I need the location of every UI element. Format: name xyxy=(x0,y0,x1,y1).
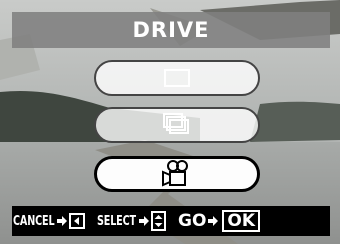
select-label: SELECT xyxy=(97,213,136,229)
movie-camera-icon xyxy=(162,160,188,187)
option-movie[interactable] xyxy=(94,156,260,192)
go-hint: GO OK xyxy=(178,210,261,232)
up-down-button-icon xyxy=(151,211,166,231)
arrow-icon xyxy=(57,216,67,226)
option-sequential[interactable] xyxy=(94,107,260,143)
go-label: GO xyxy=(178,211,207,231)
single-frame-icon xyxy=(164,69,190,87)
camera-menu-screen: DRIVE CANCEL SELECT GO OK xyxy=(0,0,340,244)
arrow-icon xyxy=(208,216,219,226)
sequential-frames-icon xyxy=(163,113,189,134)
cancel-label: CANCEL xyxy=(13,213,55,229)
cancel-hint: CANCEL xyxy=(13,213,85,229)
select-hint: SELECT xyxy=(97,211,166,231)
option-single-frame[interactable] xyxy=(94,60,260,96)
control-hint-bar: CANCEL SELECT GO OK xyxy=(12,206,330,236)
page-title: DRIVE xyxy=(132,18,210,42)
title-bar: DRIVE xyxy=(12,12,330,48)
left-button-icon xyxy=(69,213,85,229)
ok-button[interactable]: OK xyxy=(222,210,261,232)
arrow-icon xyxy=(139,216,149,226)
